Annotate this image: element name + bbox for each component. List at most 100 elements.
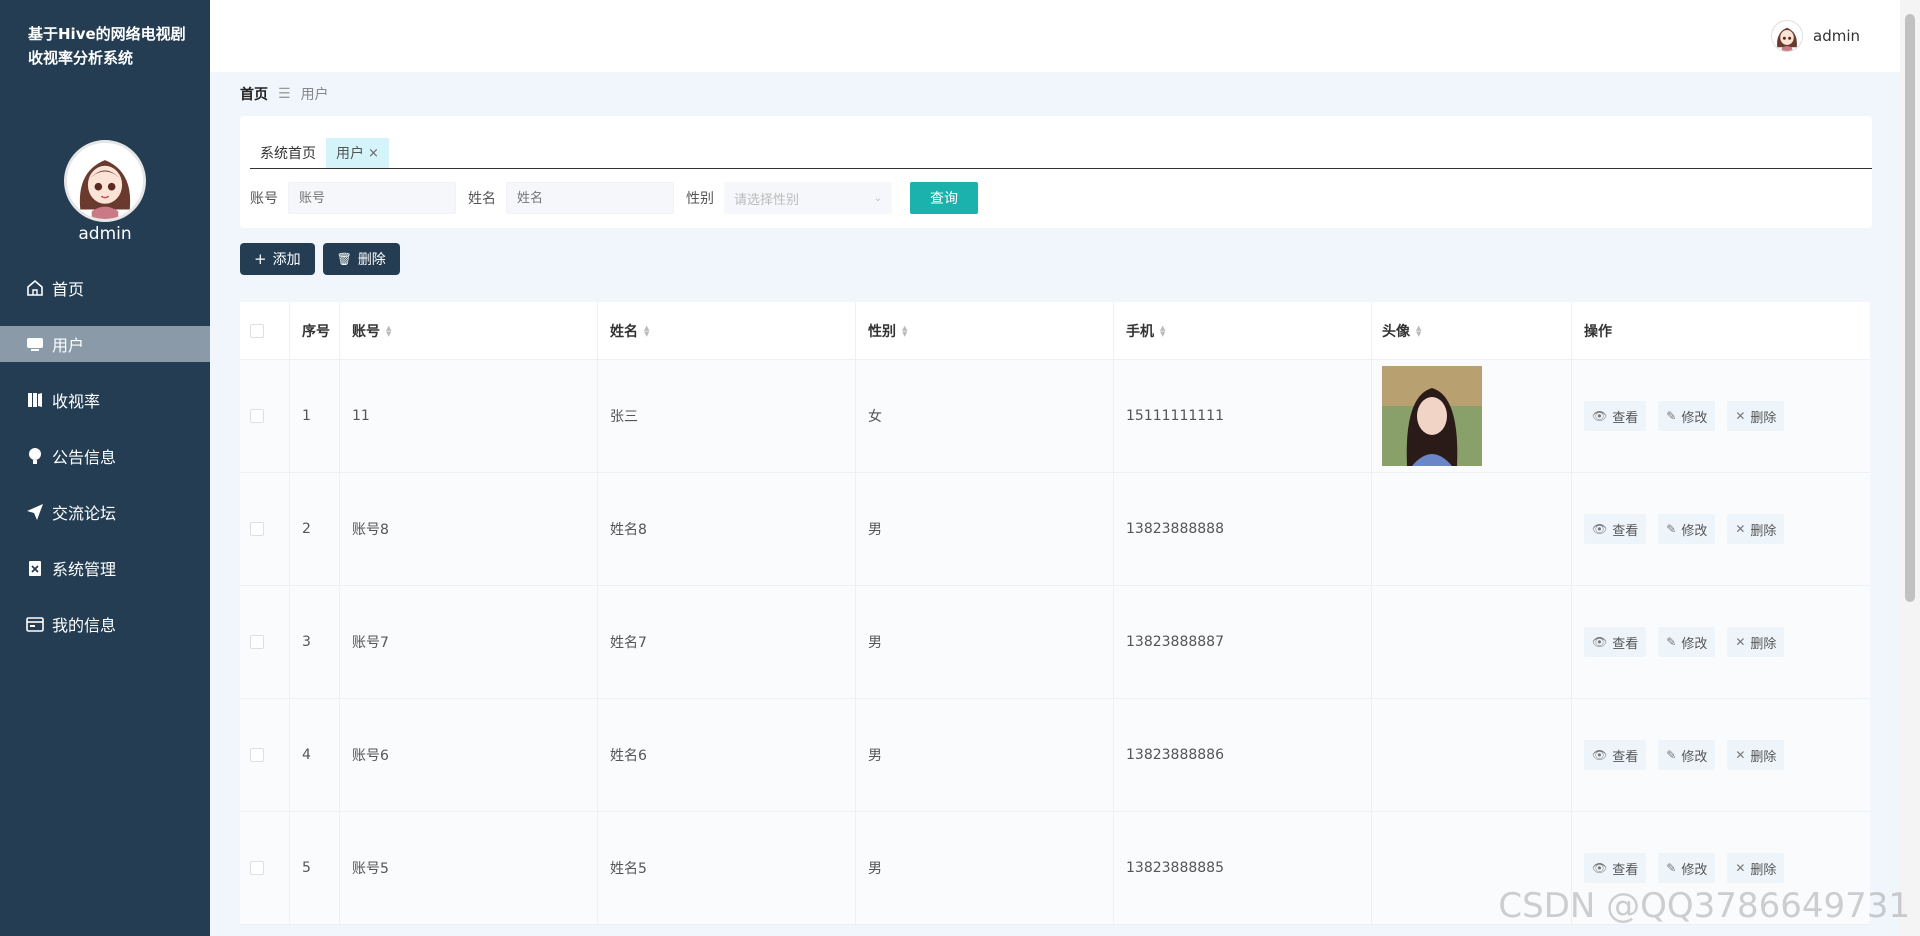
user-photo[interactable] bbox=[1382, 366, 1482, 466]
top-header: admin bbox=[210, 0, 1900, 72]
gender-select[interactable]: 请选择性别 ⌄ bbox=[724, 182, 892, 214]
breadcrumb-current: 用户 bbox=[300, 87, 329, 103]
sidebar-item-label: 交流论坛 bbox=[52, 504, 117, 523]
row-account: 账号8 bbox=[340, 473, 598, 585]
view-button[interactable]: 👁 查看 bbox=[1584, 627, 1647, 657]
delete-button[interactable]: 🗑 删除 bbox=[322, 243, 400, 275]
tab-bar: 系统首页 用户 × bbox=[250, 136, 1872, 169]
row-delete-button[interactable]: ✕ 删除 bbox=[1727, 401, 1785, 431]
sidebar-item-profile[interactable]: 我的信息 bbox=[0, 606, 210, 642]
sidebar-item-notices[interactable]: 公告信息 bbox=[0, 438, 210, 474]
row-checkbox[interactable] bbox=[250, 861, 264, 875]
sidebar-item-home[interactable]: 首页 bbox=[0, 270, 210, 306]
portrait-image-icon bbox=[1382, 366, 1482, 466]
row-delete-button[interactable]: ✕ 删除 bbox=[1727, 627, 1785, 657]
name-label: 姓名 bbox=[468, 191, 496, 207]
row-checkbox-cell bbox=[240, 812, 290, 924]
row-actions: 👁 查看 ✎ 修改 ✕ 删除 bbox=[1572, 699, 1870, 811]
paper-plane-icon bbox=[24, 501, 46, 523]
row-account: 11 bbox=[340, 360, 598, 472]
edit-icon: ✎ bbox=[1666, 635, 1677, 649]
row-gender: 男 bbox=[856, 586, 1114, 698]
view-button[interactable]: 👁 查看 bbox=[1584, 853, 1647, 883]
sidebar-item-label: 系统管理 bbox=[52, 560, 117, 579]
header-label: 手机 bbox=[1126, 323, 1154, 340]
eye-icon: 👁 bbox=[1592, 635, 1608, 649]
sort-icon[interactable]: ▲ ▼ bbox=[902, 324, 907, 337]
edit-button[interactable]: ✎ 修改 bbox=[1658, 740, 1716, 770]
delete-label: 删除 bbox=[1750, 636, 1777, 652]
header-user-menu[interactable]: admin bbox=[1771, 20, 1860, 52]
table-row: 4 账号6 姓名6 男 13823888886 👁 查看 ✎ 修改 ✕ 删除 bbox=[240, 699, 1870, 812]
view-label: 查看 bbox=[1612, 410, 1639, 426]
row-checkbox[interactable] bbox=[250, 748, 264, 762]
sidebar-item-label: 收视率 bbox=[52, 392, 101, 411]
view-button[interactable]: 👁 查看 bbox=[1584, 740, 1647, 770]
row-checkbox[interactable] bbox=[250, 522, 264, 536]
edit-button[interactable]: ✎ 修改 bbox=[1658, 514, 1716, 544]
sort-icon[interactable]: ▲ ▼ bbox=[644, 324, 649, 337]
row-actions: 👁 查看 ✎ 修改 ✕ 删除 bbox=[1572, 360, 1870, 472]
breadcrumb-home[interactable]: 首页 bbox=[240, 84, 268, 104]
scrollbar-thumb[interactable] bbox=[1905, 14, 1915, 602]
account-input[interactable] bbox=[288, 182, 456, 214]
row-checkbox[interactable] bbox=[250, 635, 264, 649]
close-icon[interactable]: × bbox=[368, 146, 379, 161]
row-gender: 男 bbox=[856, 473, 1114, 585]
row-delete-button[interactable]: ✕ 删除 bbox=[1727, 740, 1785, 770]
eye-icon: 👁 bbox=[1592, 748, 1608, 762]
edit-icon: ✎ bbox=[1666, 522, 1677, 536]
query-button[interactable]: 查询 bbox=[910, 182, 978, 214]
tab-system-home[interactable]: 系统首页 bbox=[250, 138, 326, 168]
tab-users[interactable]: 用户 × bbox=[326, 138, 389, 168]
edit-icon: ✎ bbox=[1666, 748, 1677, 762]
eye-icon: 👁 bbox=[1592, 861, 1608, 875]
eye-icon: 👁 bbox=[1592, 522, 1608, 536]
plus-icon: + bbox=[254, 250, 267, 268]
row-delete-button[interactable]: ✕ 删除 bbox=[1727, 853, 1785, 883]
edit-button[interactable]: ✎ 修改 bbox=[1658, 853, 1716, 883]
table-header-row: 序号 账号 ▲ ▼ 姓名 ▲ ▼ 性别 ▲ ▼ 手机 ▲ ▼ 头像 ▲ ▼ 操作 bbox=[240, 302, 1870, 360]
header-phone[interactable]: 手机 ▲ ▼ bbox=[1114, 302, 1372, 359]
sidebar-avatar bbox=[64, 140, 146, 222]
name-input[interactable] bbox=[506, 182, 674, 214]
sort-icon[interactable]: ▲ ▼ bbox=[1416, 324, 1421, 337]
row-delete-button[interactable]: ✕ 删除 bbox=[1727, 514, 1785, 544]
sidebar-item-forum[interactable]: 交流论坛 bbox=[0, 494, 210, 530]
edit-label: 修改 bbox=[1681, 523, 1708, 539]
edit-button[interactable]: ✎ 修改 bbox=[1658, 401, 1716, 431]
view-button[interactable]: 👁 查看 bbox=[1584, 514, 1647, 544]
sort-icon[interactable]: ▲ ▼ bbox=[1160, 324, 1165, 337]
edit-button[interactable]: ✎ 修改 bbox=[1658, 627, 1716, 657]
row-name: 姓名7 bbox=[598, 586, 856, 698]
row-name: 张三 bbox=[598, 360, 856, 472]
sidebar-item-users[interactable]: 用户 bbox=[0, 326, 210, 362]
header-actions: 操作 bbox=[1584, 323, 1612, 340]
sidebar-item-system[interactable]: 系统管理 bbox=[0, 550, 210, 586]
add-button[interactable]: + 添加 bbox=[240, 243, 315, 275]
breadcrumb: 首页 ☰ 用户 bbox=[240, 84, 329, 104]
page-scrollbar[interactable] bbox=[1900, 0, 1920, 936]
row-avatar-cell bbox=[1372, 473, 1572, 585]
toolbar: + 添加 🗑 删除 bbox=[240, 243, 408, 275]
system-title: 基于Hive的网络电视剧收视率分析系统 bbox=[28, 25, 186, 67]
select-all-checkbox[interactable] bbox=[250, 323, 264, 338]
table-row: 3 账号7 姓名7 男 13823888887 👁 查看 ✎ 修改 ✕ 删除 bbox=[240, 586, 1870, 699]
clipboard-icon bbox=[24, 557, 46, 579]
close-icon: ✕ bbox=[1735, 748, 1746, 762]
row-checkbox[interactable] bbox=[250, 409, 264, 423]
row-account: 账号5 bbox=[340, 812, 598, 924]
header-account[interactable]: 账号 ▲ ▼ bbox=[340, 302, 598, 359]
edit-label: 修改 bbox=[1681, 636, 1708, 652]
avatar-illustration-icon bbox=[1772, 21, 1802, 51]
edit-icon: ✎ bbox=[1666, 409, 1677, 423]
close-icon: ✕ bbox=[1735, 522, 1746, 536]
sidebar-item-ratings[interactable]: 收视率 bbox=[0, 382, 210, 418]
delete-label: 删除 bbox=[1750, 523, 1777, 539]
sidebar-username: admin bbox=[78, 224, 132, 244]
sort-icon[interactable]: ▲ ▼ bbox=[386, 324, 391, 337]
header-gender[interactable]: 性别 ▲ ▼ bbox=[856, 302, 1114, 359]
header-name[interactable]: 姓名 ▲ ▼ bbox=[598, 302, 856, 359]
view-button[interactable]: 👁 查看 bbox=[1584, 401, 1647, 431]
header-avatar[interactable]: 头像 ▲ ▼ bbox=[1372, 302, 1572, 359]
